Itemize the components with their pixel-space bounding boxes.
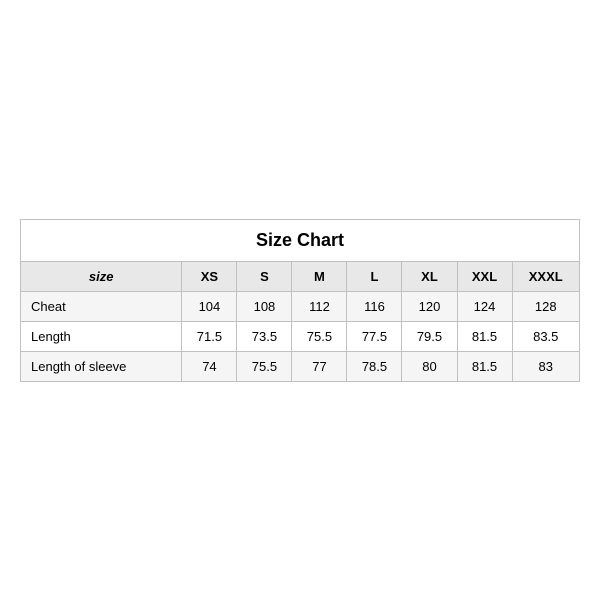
size-chart-table: Size Chart size XS S M L XL XXL XXXL Che… xyxy=(20,219,580,382)
cell-value: 128 xyxy=(512,291,579,321)
cell-value: 112 xyxy=(292,291,347,321)
cell-value: 120 xyxy=(402,291,457,321)
col-header-xl: XL xyxy=(402,261,457,291)
cell-value: 80 xyxy=(402,351,457,381)
cell-value: 74 xyxy=(182,351,237,381)
cell-value: 73.5 xyxy=(237,321,292,351)
cell-value: 83 xyxy=(512,351,579,381)
row-label: Length of sleeve xyxy=(21,351,182,381)
cell-value: 104 xyxy=(182,291,237,321)
row-label: Cheat xyxy=(21,291,182,321)
title-row: Size Chart xyxy=(21,219,580,261)
cell-value: 108 xyxy=(237,291,292,321)
size-chart-container: Size Chart size XS S M L XL XXL XXXL Che… xyxy=(20,219,580,382)
cell-value: 75.5 xyxy=(237,351,292,381)
col-header-xxxl: XXXL xyxy=(512,261,579,291)
cell-value: 79.5 xyxy=(402,321,457,351)
cell-value: 77 xyxy=(292,351,347,381)
cell-value: 77.5 xyxy=(347,321,402,351)
table-row: Cheat104108112116120124128 xyxy=(21,291,580,321)
cell-value: 71.5 xyxy=(182,321,237,351)
col-header-m: M xyxy=(292,261,347,291)
col-header-size: size xyxy=(21,261,182,291)
cell-value: 116 xyxy=(347,291,402,321)
table-row: Length71.573.575.577.579.581.583.5 xyxy=(21,321,580,351)
cell-value: 124 xyxy=(457,291,512,321)
col-header-s: S xyxy=(237,261,292,291)
cell-value: 78.5 xyxy=(347,351,402,381)
table-row: Length of sleeve7475.57778.58081.583 xyxy=(21,351,580,381)
cell-value: 83.5 xyxy=(512,321,579,351)
col-header-xxl: XXL xyxy=(457,261,512,291)
cell-value: 75.5 xyxy=(292,321,347,351)
row-label: Length xyxy=(21,321,182,351)
col-header-xs: XS xyxy=(182,261,237,291)
cell-value: 81.5 xyxy=(457,351,512,381)
chart-title: Size Chart xyxy=(21,219,580,261)
col-header-l: L xyxy=(347,261,402,291)
cell-value: 81.5 xyxy=(457,321,512,351)
header-row: size XS S M L XL XXL XXXL xyxy=(21,261,580,291)
